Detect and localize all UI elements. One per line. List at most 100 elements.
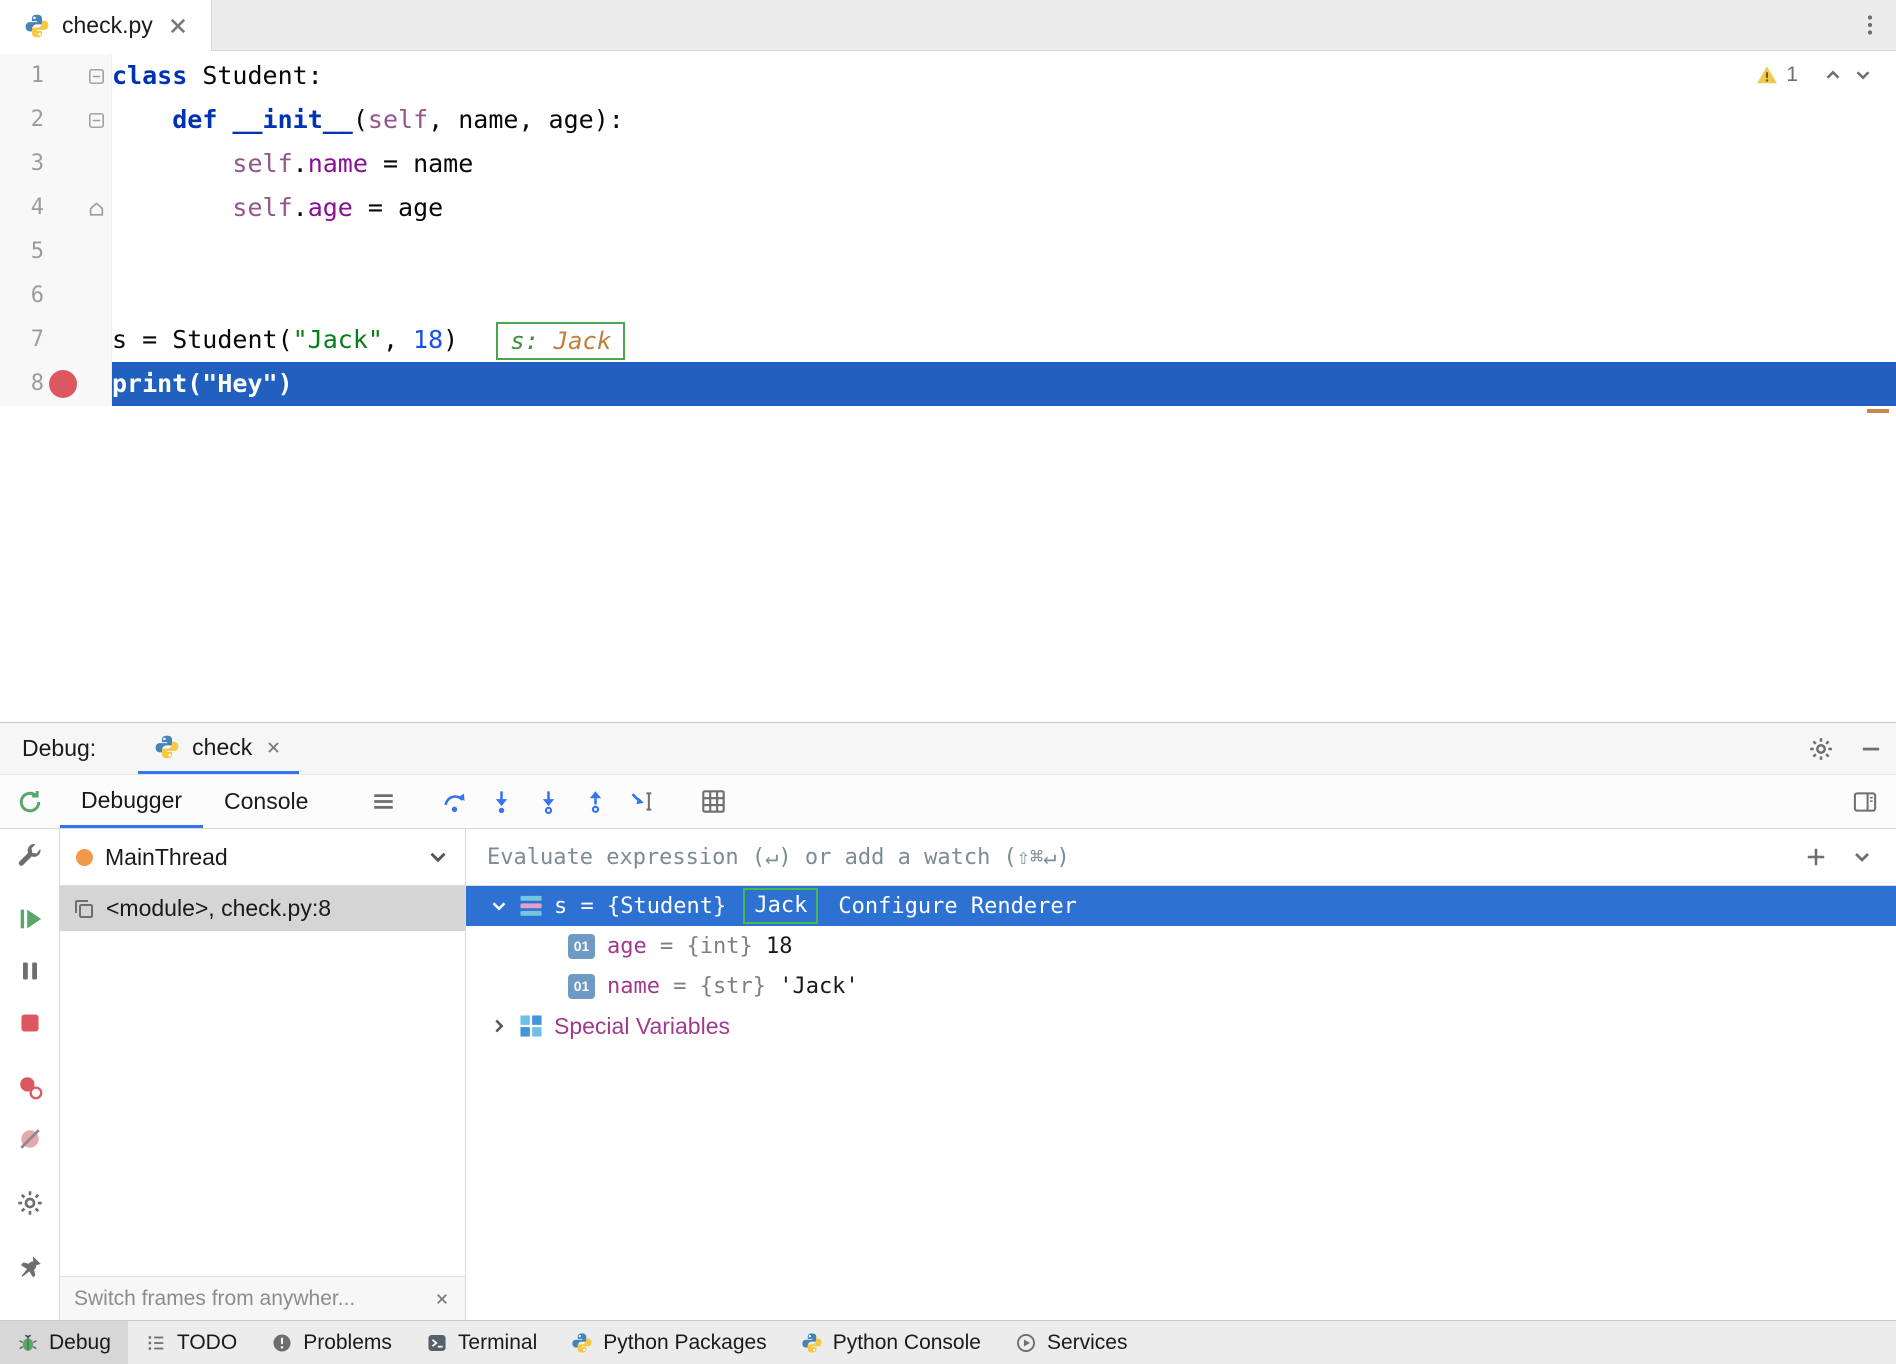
statusbar-item-todo[interactable]: TODO: [128, 1321, 254, 1364]
line-number[interactable]: 4: [0, 186, 44, 230]
statusbar-item-python-console[interactable]: Python Console: [784, 1321, 998, 1364]
variable-type: = {int}: [647, 934, 766, 959]
code-text[interactable]: [112, 274, 1896, 318]
code-text[interactable]: s = Student("Jack", 18)s: Jack: [112, 318, 1896, 362]
statusbar-item-label: TODO: [177, 1331, 237, 1355]
variable-row-s[interactable]: s = {Student} JackConfigure Renderer: [466, 886, 1896, 926]
fold-end-icon[interactable]: [88, 200, 105, 217]
error-stripe-mark[interactable]: [1867, 409, 1889, 413]
evaluate-expression-input[interactable]: Evaluate expression (↵) or add a watch (…: [466, 829, 1896, 886]
step-over-button[interactable]: [438, 786, 470, 818]
debug-settings-button[interactable]: [1796, 723, 1846, 774]
thread-selector[interactable]: MainThread: [60, 829, 465, 886]
statusbar-item-problems[interactable]: Problems: [254, 1321, 409, 1364]
code-text[interactable]: [112, 230, 1896, 274]
pause-icon: [16, 957, 44, 985]
statusbar-item-services[interactable]: Services: [998, 1321, 1145, 1364]
tab-console[interactable]: Console: [203, 775, 329, 828]
layout-settings-button[interactable]: [1852, 775, 1878, 828]
variable-value: 'Jack': [779, 974, 858, 999]
chevron-down-icon: [488, 895, 510, 917]
code-editor[interactable]: 1class Student:2 def __init__(self, name…: [0, 51, 1896, 722]
close-icon[interactable]: [264, 738, 283, 757]
configure-renderer-link[interactable]: Configure Renderer: [838, 894, 1076, 919]
debug-session-tab[interactable]: check: [138, 723, 299, 774]
code-text[interactable]: self.age = age: [112, 186, 1896, 230]
code-text[interactable]: def __init__(self, name, age):: [112, 98, 1896, 142]
add-watch-icon[interactable]: [1804, 845, 1828, 869]
close-icon[interactable]: [433, 1290, 451, 1308]
editor-options-button[interactable]: [1844, 0, 1896, 50]
fold-gutter: [82, 200, 110, 217]
mute-breakpoints-button[interactable]: [4, 1113, 56, 1165]
statusbar-item-terminal[interactable]: Terminal: [409, 1321, 554, 1364]
ide-window: check.py 1class Student:2 def __init__(s…: [0, 0, 1896, 1364]
line-number[interactable]: 7: [0, 318, 44, 362]
code-text[interactable]: class Student:: [112, 54, 1896, 98]
status-bar: Debug TODO ProblemsTerminalPython Packages…: [0, 1320, 1896, 1364]
variables-tree: s = {Student} JackConfigure Renderer01ag…: [466, 886, 1896, 1320]
settings-button[interactable]: [4, 1177, 56, 1229]
code-line-1[interactable]: 1class Student:: [0, 54, 1896, 98]
hide-panel-button[interactable]: [1846, 723, 1896, 774]
line-number[interactable]: 6: [0, 274, 44, 318]
fold-open-icon[interactable]: [88, 112, 105, 129]
statusbar-item-debug[interactable]: Debug: [0, 1321, 128, 1364]
run-to-cursor-button[interactable]: [626, 786, 658, 818]
variable-name: s: [554, 894, 567, 919]
step-out-button[interactable]: [579, 786, 611, 818]
code-line-5[interactable]: 5: [0, 230, 1896, 274]
breakpoint-dot[interactable]: [49, 370, 77, 398]
line-number[interactable]: 1: [0, 54, 44, 98]
code-line-8[interactable]: 8 print("Hey"): [0, 362, 1896, 406]
stepping-toolbar: [367, 775, 729, 828]
chevron-down-icon[interactable]: [1852, 64, 1874, 86]
gutter: 8: [0, 362, 112, 406]
inspection-widget[interactable]: 1: [1756, 63, 1874, 87]
hamburger-button[interactable]: [367, 786, 399, 818]
frames-empty-area: [60, 931, 465, 1276]
statusbar-item-python-packages[interactable]: Python Packages: [554, 1321, 783, 1364]
breakpoint-gutter[interactable]: [44, 370, 82, 398]
inline-debugger-hint[interactable]: s: Jack: [496, 322, 625, 360]
tab-debugger[interactable]: Debugger: [60, 775, 203, 828]
tree-chevron[interactable]: [488, 895, 518, 917]
step-out-icon: [582, 788, 609, 815]
editor-tab-check-py[interactable]: check.py: [0, 0, 212, 51]
view-as-table-button[interactable]: [697, 786, 729, 818]
code-line-3[interactable]: 3 self.name = name: [0, 142, 1896, 186]
chevron-down-icon[interactable]: [425, 844, 451, 870]
code-line-2[interactable]: 2 def __init__(self, name, age):: [0, 98, 1896, 142]
resume-button[interactable]: [4, 893, 56, 945]
pin-button[interactable]: [4, 1241, 56, 1293]
line-number[interactable]: 8: [0, 362, 44, 406]
code-text[interactable]: self.name = name: [112, 142, 1896, 186]
chevron-right-icon: [488, 1015, 510, 1037]
line-number[interactable]: 2: [0, 98, 44, 142]
code-line-4[interactable]: 4 self.age = age: [0, 186, 1896, 230]
stop-button[interactable]: [4, 997, 56, 1049]
variable-row-name[interactable]: 01name = {str} 'Jack': [466, 966, 1896, 1006]
line-number[interactable]: 3: [0, 142, 44, 186]
pause-button[interactable]: [4, 945, 56, 997]
rerun-debug-button[interactable]: [0, 775, 60, 828]
renderer-value-box[interactable]: Jack: [743, 888, 818, 924]
view-breakpoints-button[interactable]: [4, 1061, 56, 1113]
variable-row-special-variables[interactable]: Special Variables: [466, 1006, 1896, 1046]
chevron-down-icon[interactable]: [1850, 845, 1874, 869]
line-number[interactable]: 5: [0, 230, 44, 274]
variable-row-age[interactable]: 01age = {int} 18: [466, 926, 1896, 966]
close-icon[interactable]: [165, 13, 191, 39]
code-line-6[interactable]: 6: [0, 274, 1896, 318]
tab-debugger-label: Debugger: [81, 787, 182, 814]
code-line-7[interactable]: 7 s = Student("Jack", 18)s: Jack: [0, 318, 1896, 362]
wrench-button[interactable]: [4, 829, 56, 881]
code-text[interactable]: print("Hey"): [112, 362, 1896, 406]
fold-open-icon[interactable]: [88, 68, 105, 85]
step-into-button[interactable]: [485, 786, 517, 818]
chevron-up-icon[interactable]: [1822, 64, 1844, 86]
force-step-into-button[interactable]: [532, 786, 564, 818]
stack-frame-label: <module>, check.py:8: [106, 895, 331, 922]
tree-chevron[interactable]: [488, 1015, 518, 1037]
stack-frame-row[interactable]: <module>, check.py:8: [60, 886, 465, 931]
